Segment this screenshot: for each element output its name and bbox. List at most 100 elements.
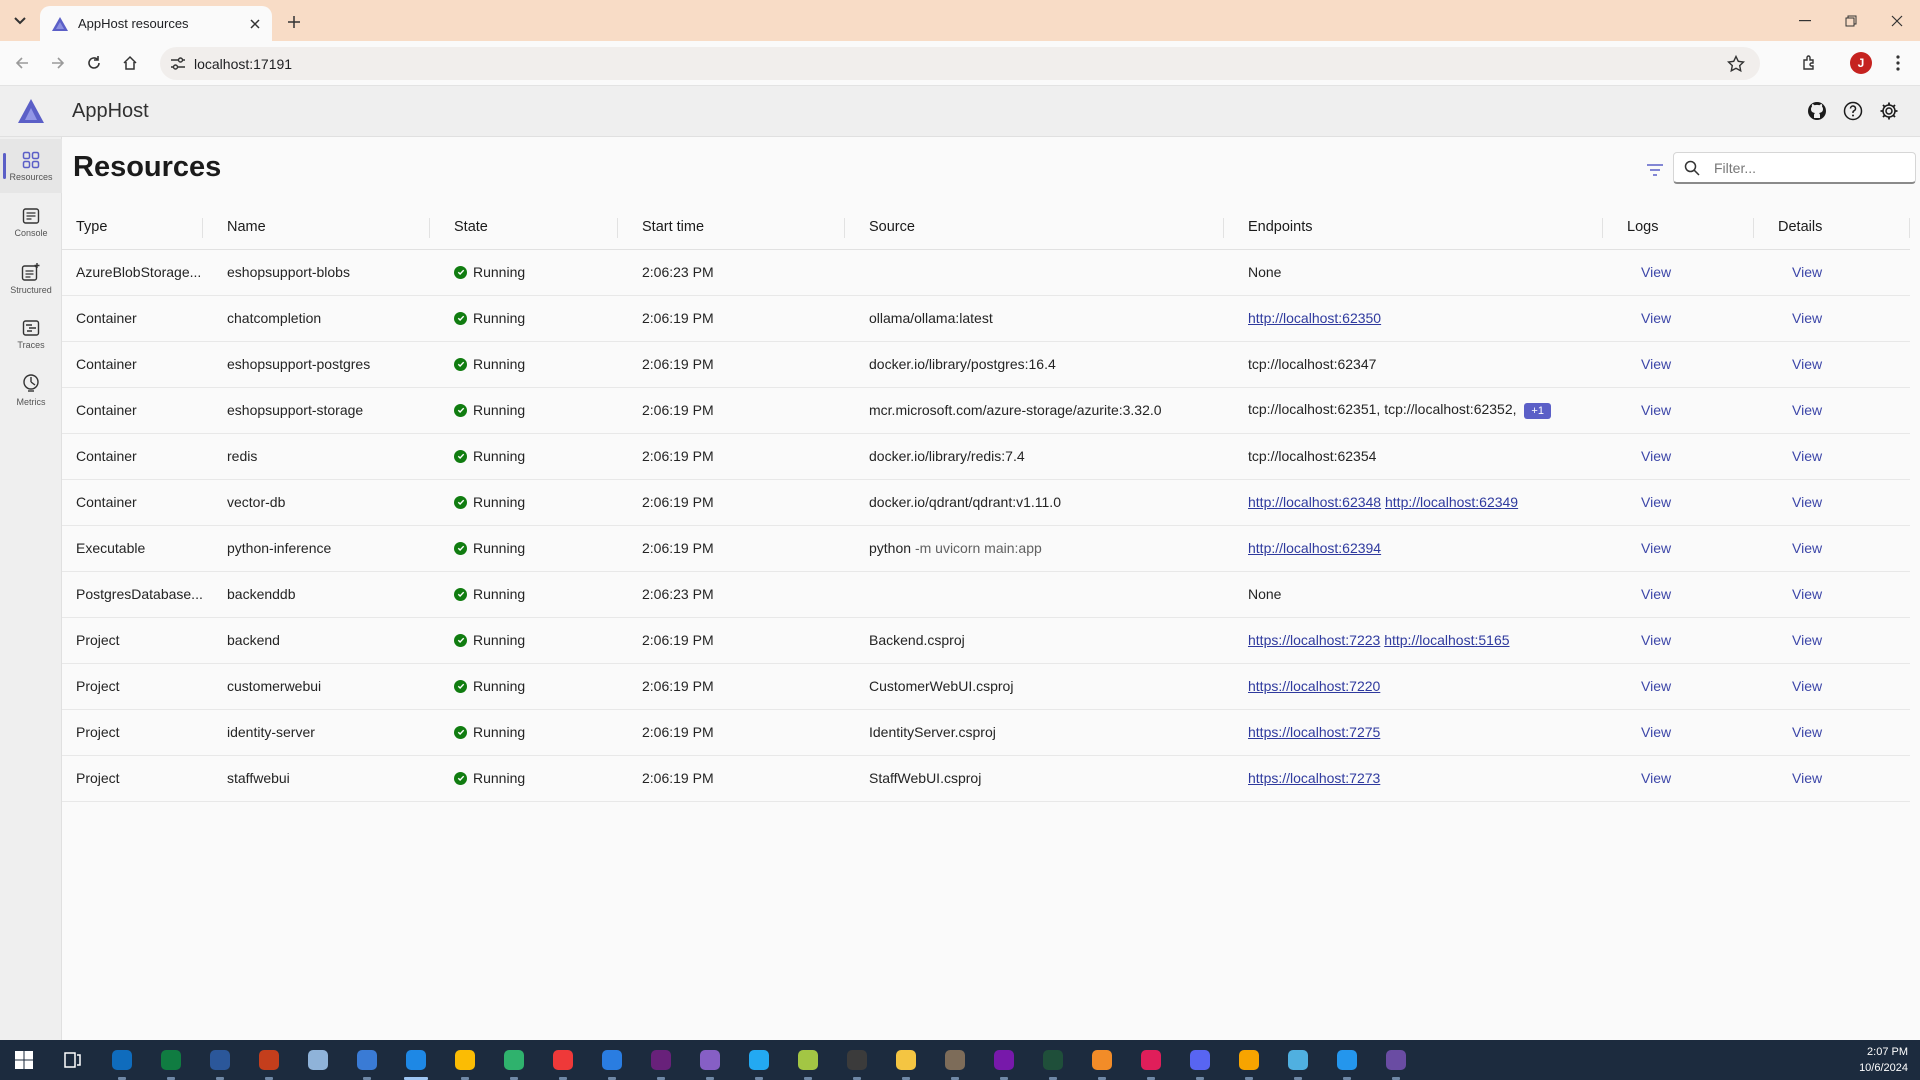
endpoint-link[interactable]: https://localhost:7275: [1248, 724, 1380, 740]
filter-input[interactable]: [1712, 157, 1907, 179]
discord-icon[interactable]: [1186, 1046, 1214, 1074]
media-player-icon[interactable]: [1235, 1046, 1263, 1074]
onenote-icon[interactable]: [990, 1046, 1018, 1074]
firefox-icon[interactable]: [598, 1046, 626, 1074]
minimize-icon[interactable]: [1782, 0, 1828, 41]
view-logs-link[interactable]: View: [1641, 770, 1671, 786]
snipping-icon[interactable]: [794, 1046, 822, 1074]
view-details-link[interactable]: View: [1792, 264, 1822, 280]
storage-explorer-icon[interactable]: [1284, 1046, 1312, 1074]
visual-studio-icon[interactable]: [647, 1046, 675, 1074]
table-row[interactable]: Container chatcompletion Running 2:06:19 PM…: [62, 295, 1910, 342]
view-details-link[interactable]: View: [1792, 494, 1822, 510]
column-header-logs[interactable]: Logs: [1603, 205, 1754, 250]
outlook-icon[interactable]: [108, 1046, 136, 1074]
view-details-link[interactable]: View: [1792, 310, 1822, 326]
vscode-icon[interactable]: [745, 1046, 773, 1074]
view-logs-link[interactable]: View: [1641, 632, 1671, 648]
visual-studio-preview-icon[interactable]: [696, 1046, 724, 1074]
edge-icon[interactable]: [500, 1046, 528, 1074]
table-row[interactable]: PostgresDatabase... backenddb Running 2:06:…: [62, 571, 1910, 618]
table-row[interactable]: Container eshopsupport-postgres Running 2:0…: [62, 341, 1910, 388]
table-row[interactable]: Project staffwebui Running 2:06:19 PM StaffW…: [62, 755, 1910, 802]
settings-gear-icon[interactable]: [1876, 98, 1902, 124]
view-details-link[interactable]: View: [1792, 632, 1822, 648]
view-details-link[interactable]: View: [1792, 540, 1822, 556]
address-bar[interactable]: localhost:17191: [160, 47, 1760, 80]
notepad-icon[interactable]: [304, 1046, 332, 1074]
file-explorer-icon[interactable]: [892, 1046, 920, 1074]
site-info-icon[interactable]: [166, 52, 190, 76]
powerpoint-icon[interactable]: [255, 1046, 283, 1074]
restore-icon[interactable]: [1828, 0, 1874, 41]
close-window-icon[interactable]: [1874, 0, 1920, 41]
column-header-endpoints[interactable]: Endpoints: [1224, 205, 1603, 250]
start-icon[interactable]: [10, 1046, 38, 1074]
table-row[interactable]: Project backend Running 2:06:19 PM Backend.c…: [62, 617, 1910, 664]
endpoint-link[interactable]: http://localhost:62349: [1385, 494, 1518, 510]
terminal-app-icon[interactable]: [402, 1046, 430, 1074]
view-details-link[interactable]: View: [1792, 402, 1822, 418]
view-logs-link[interactable]: View: [1641, 724, 1671, 740]
column-header-name[interactable]: Name: [203, 205, 430, 250]
column-header-type[interactable]: Type: [62, 205, 203, 250]
console-app-icon[interactable]: [843, 1046, 871, 1074]
task-view-icon[interactable]: [59, 1046, 87, 1074]
table-row[interactable]: Project identity-server Running 2:06:19 PM I…: [62, 709, 1910, 756]
bookmark-star-icon[interactable]: [1724, 52, 1748, 76]
browser-app-icon[interactable]: [1088, 1046, 1116, 1074]
help-icon[interactable]: [1840, 98, 1866, 124]
profile-avatar[interactable]: J: [1850, 52, 1872, 74]
taskbar-clock[interactable]: 2:07 PM 10/6/2024: [1859, 1044, 1908, 1076]
extensions-icon[interactable]: [1796, 49, 1824, 77]
back-icon[interactable]: [8, 49, 36, 77]
view-logs-link[interactable]: View: [1641, 264, 1671, 280]
endpoint-link[interactable]: https://localhost:7273: [1248, 770, 1380, 786]
slack-icon[interactable]: [1137, 1046, 1165, 1074]
column-header-details[interactable]: Details: [1754, 205, 1910, 250]
endpoint-link[interactable]: http://localhost:62394: [1248, 540, 1381, 556]
view-details-link[interactable]: View: [1792, 356, 1822, 372]
word-icon[interactable]: [206, 1046, 234, 1074]
endpoint-link[interactable]: https://localhost:7223: [1248, 632, 1380, 648]
table-row[interactable]: Container vector-db Running 2:06:19 PM docke…: [62, 479, 1910, 526]
docker-icon[interactable]: [1333, 1046, 1361, 1074]
view-logs-link[interactable]: View: [1641, 310, 1671, 326]
gimp-icon[interactable]: [941, 1046, 969, 1074]
view-details-link[interactable]: View: [1792, 448, 1822, 464]
view-logs-link[interactable]: View: [1641, 448, 1671, 464]
column-header-state[interactable]: State: [430, 205, 618, 250]
table-row[interactable]: Executable python-inference Running 2:06:19…: [62, 525, 1910, 572]
browser-menu-icon[interactable]: [1884, 49, 1912, 77]
endpoint-link[interactable]: http://localhost:62350: [1248, 310, 1381, 326]
table-row[interactable]: Project customerwebui Running 2:06:19 PM Cus…: [62, 663, 1910, 710]
column-header-start-time[interactable]: Start time: [618, 205, 845, 250]
view-logs-link[interactable]: View: [1641, 402, 1671, 418]
forward-icon[interactable]: [44, 49, 72, 77]
view-details-link[interactable]: View: [1792, 678, 1822, 694]
nav-item-metrics[interactable]: Metrics: [0, 363, 62, 417]
endpoint-link[interactable]: https://localhost:7220: [1248, 678, 1380, 694]
github-icon[interactable]: [1804, 98, 1830, 124]
table-row[interactable]: Container redis Running 2:06:19 PM docker.io…: [62, 433, 1910, 480]
vivaldi-icon[interactable]: [549, 1046, 577, 1074]
view-details-link[interactable]: View: [1792, 586, 1822, 602]
close-tab-icon[interactable]: [246, 15, 264, 33]
browser-tab[interactable]: AppHost resources: [40, 6, 272, 41]
excel-icon[interactable]: [157, 1046, 185, 1074]
view-logs-link[interactable]: View: [1641, 356, 1671, 372]
column-header-source[interactable]: Source: [845, 205, 1224, 250]
reload-icon[interactable]: [80, 49, 108, 77]
view-logs-link[interactable]: View: [1641, 586, 1671, 602]
table-row[interactable]: Container eshopsupport-storage Running 2:06…: [62, 387, 1910, 434]
filter-search-box[interactable]: [1673, 152, 1916, 184]
endpoint-link[interactable]: http://localhost:5165: [1384, 632, 1509, 648]
endpoint-link[interactable]: http://localhost:62348: [1248, 494, 1381, 510]
home-icon[interactable]: [116, 49, 144, 77]
terminal-icon[interactable]: [1382, 1046, 1410, 1074]
tab-search-chevron-icon[interactable]: [8, 9, 32, 33]
table-row[interactable]: AzureBlobStorage... eshopsupport-blobs Run…: [62, 249, 1910, 296]
more-endpoints-badge[interactable]: +1: [1524, 402, 1551, 419]
view-logs-link[interactable]: View: [1641, 678, 1671, 694]
nav-item-structured[interactable]: Structured: [0, 251, 62, 305]
